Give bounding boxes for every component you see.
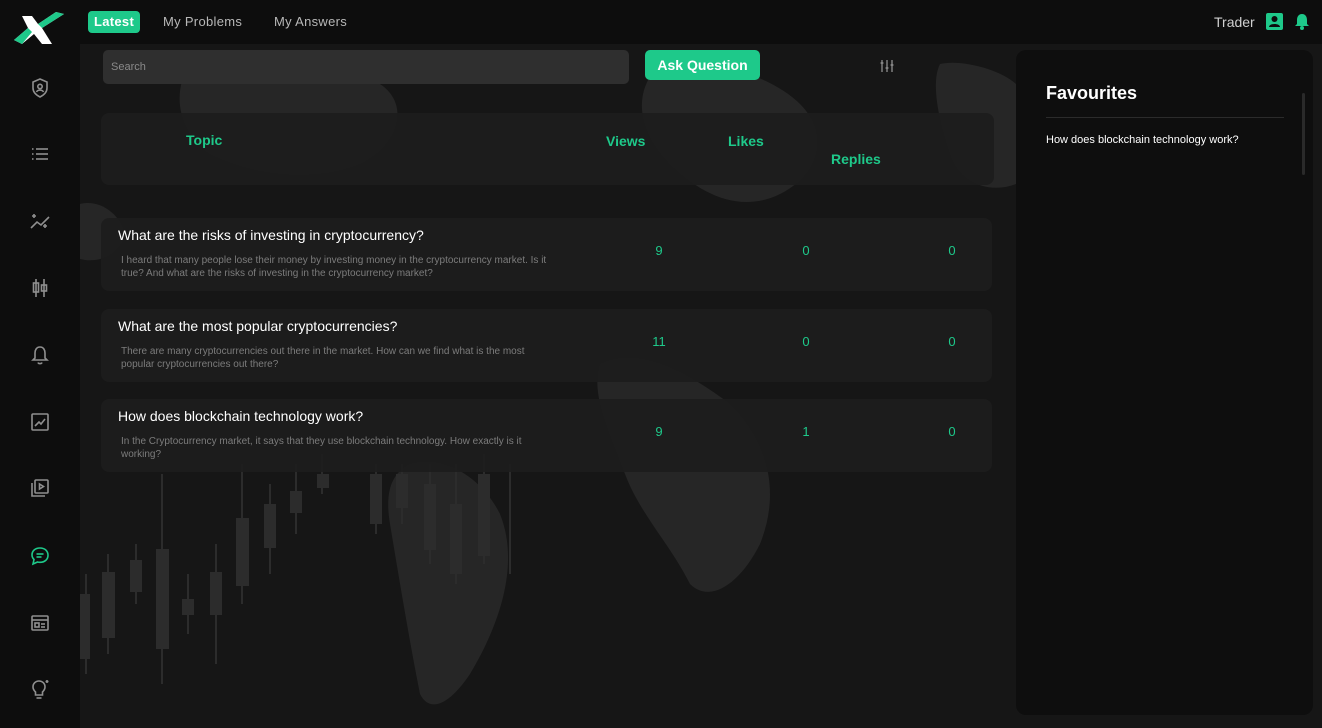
top-bar: Latest My Problems My Answers Trader xyxy=(0,0,1322,44)
sidebar-item-trading[interactable] xyxy=(28,276,52,300)
replies-count: 0 xyxy=(948,243,956,258)
sidebar-item-ideas[interactable] xyxy=(28,677,52,701)
question-description: There are many cryptocurrencies out ther… xyxy=(121,346,525,370)
replies-count: 0 xyxy=(948,334,956,349)
sidebar-item-list[interactable] xyxy=(28,142,52,166)
table-row[interactable]: What are the most popular cryptocurrenci… xyxy=(101,309,992,382)
question-description: In the Cryptocurrency market, it says th… xyxy=(121,436,522,460)
shield-user-icon xyxy=(32,78,48,98)
user-profile-icon[interactable] xyxy=(1266,13,1283,30)
header-views[interactable]: Views xyxy=(606,133,645,149)
favourites-scrollbar[interactable] xyxy=(1302,93,1305,175)
sparkle-chart-icon xyxy=(30,214,50,229)
favourite-item[interactable]: How does blockchain technology work? xyxy=(1046,134,1239,146)
views-count: 9 xyxy=(655,424,663,439)
chart-image-icon xyxy=(31,413,49,431)
views-count: 9 xyxy=(655,243,663,258)
calendar-window-icon xyxy=(31,615,49,631)
favourites-panel: Favourites How does blockchain technolog… xyxy=(1016,50,1313,715)
likes-count: 0 xyxy=(802,334,810,349)
tab-my-problems[interactable]: My Problems xyxy=(163,11,242,33)
sidebar-item-alerts[interactable] xyxy=(28,343,52,367)
sidebar-item-calendar[interactable] xyxy=(28,611,52,635)
question-title[interactable]: What are the most popular cryptocurrenci… xyxy=(118,318,397,334)
likes-count: 0 xyxy=(802,243,810,258)
lightbulb-icon xyxy=(32,680,49,699)
sidebar-item-forum[interactable] xyxy=(28,544,52,568)
question-title[interactable]: What are the risks of investing in crypt… xyxy=(118,227,424,243)
header-likes[interactable]: Likes xyxy=(728,133,764,149)
brand-logo-icon[interactable] xyxy=(12,10,66,46)
tab-my-answers[interactable]: My Answers xyxy=(274,11,347,33)
user-name[interactable]: Trader xyxy=(1214,14,1255,30)
views-count: 11 xyxy=(652,334,666,349)
table-row[interactable]: How does blockchain technology work? In … xyxy=(101,399,992,472)
ask-question-button[interactable]: Ask Question xyxy=(645,50,760,80)
video-library-icon xyxy=(31,479,49,497)
notification-bell-icon[interactable] xyxy=(1294,13,1310,30)
table-header: Topic Views Likes Replies xyxy=(101,113,994,185)
sidebar-item-insights[interactable] xyxy=(28,209,52,233)
favourites-divider xyxy=(1046,117,1284,118)
filter-sliders-icon[interactable] xyxy=(879,58,895,74)
replies-count: 0 xyxy=(948,424,956,439)
candlestick-icon xyxy=(32,279,48,297)
favourites-title: Favourites xyxy=(1046,83,1138,103)
sidebar-item-security[interactable] xyxy=(28,76,52,100)
header-replies[interactable]: Replies xyxy=(831,151,881,167)
sidebar xyxy=(0,44,80,728)
search-input[interactable] xyxy=(103,50,629,84)
header-topic[interactable]: Topic xyxy=(186,132,222,148)
tab-latest[interactable]: Latest xyxy=(88,11,141,33)
sidebar-item-videos[interactable] xyxy=(28,476,52,500)
list-icon xyxy=(32,148,48,160)
table-row[interactable]: What are the risks of investing in crypt… xyxy=(101,218,992,291)
sidebar-item-charts[interactable] xyxy=(28,410,52,434)
question-title[interactable]: How does blockchain technology work? xyxy=(118,408,363,424)
chat-icon xyxy=(31,547,49,566)
question-description: I heard that many people lose their mone… xyxy=(121,255,547,279)
likes-count: 1 xyxy=(802,424,810,439)
bell-icon xyxy=(31,346,49,365)
